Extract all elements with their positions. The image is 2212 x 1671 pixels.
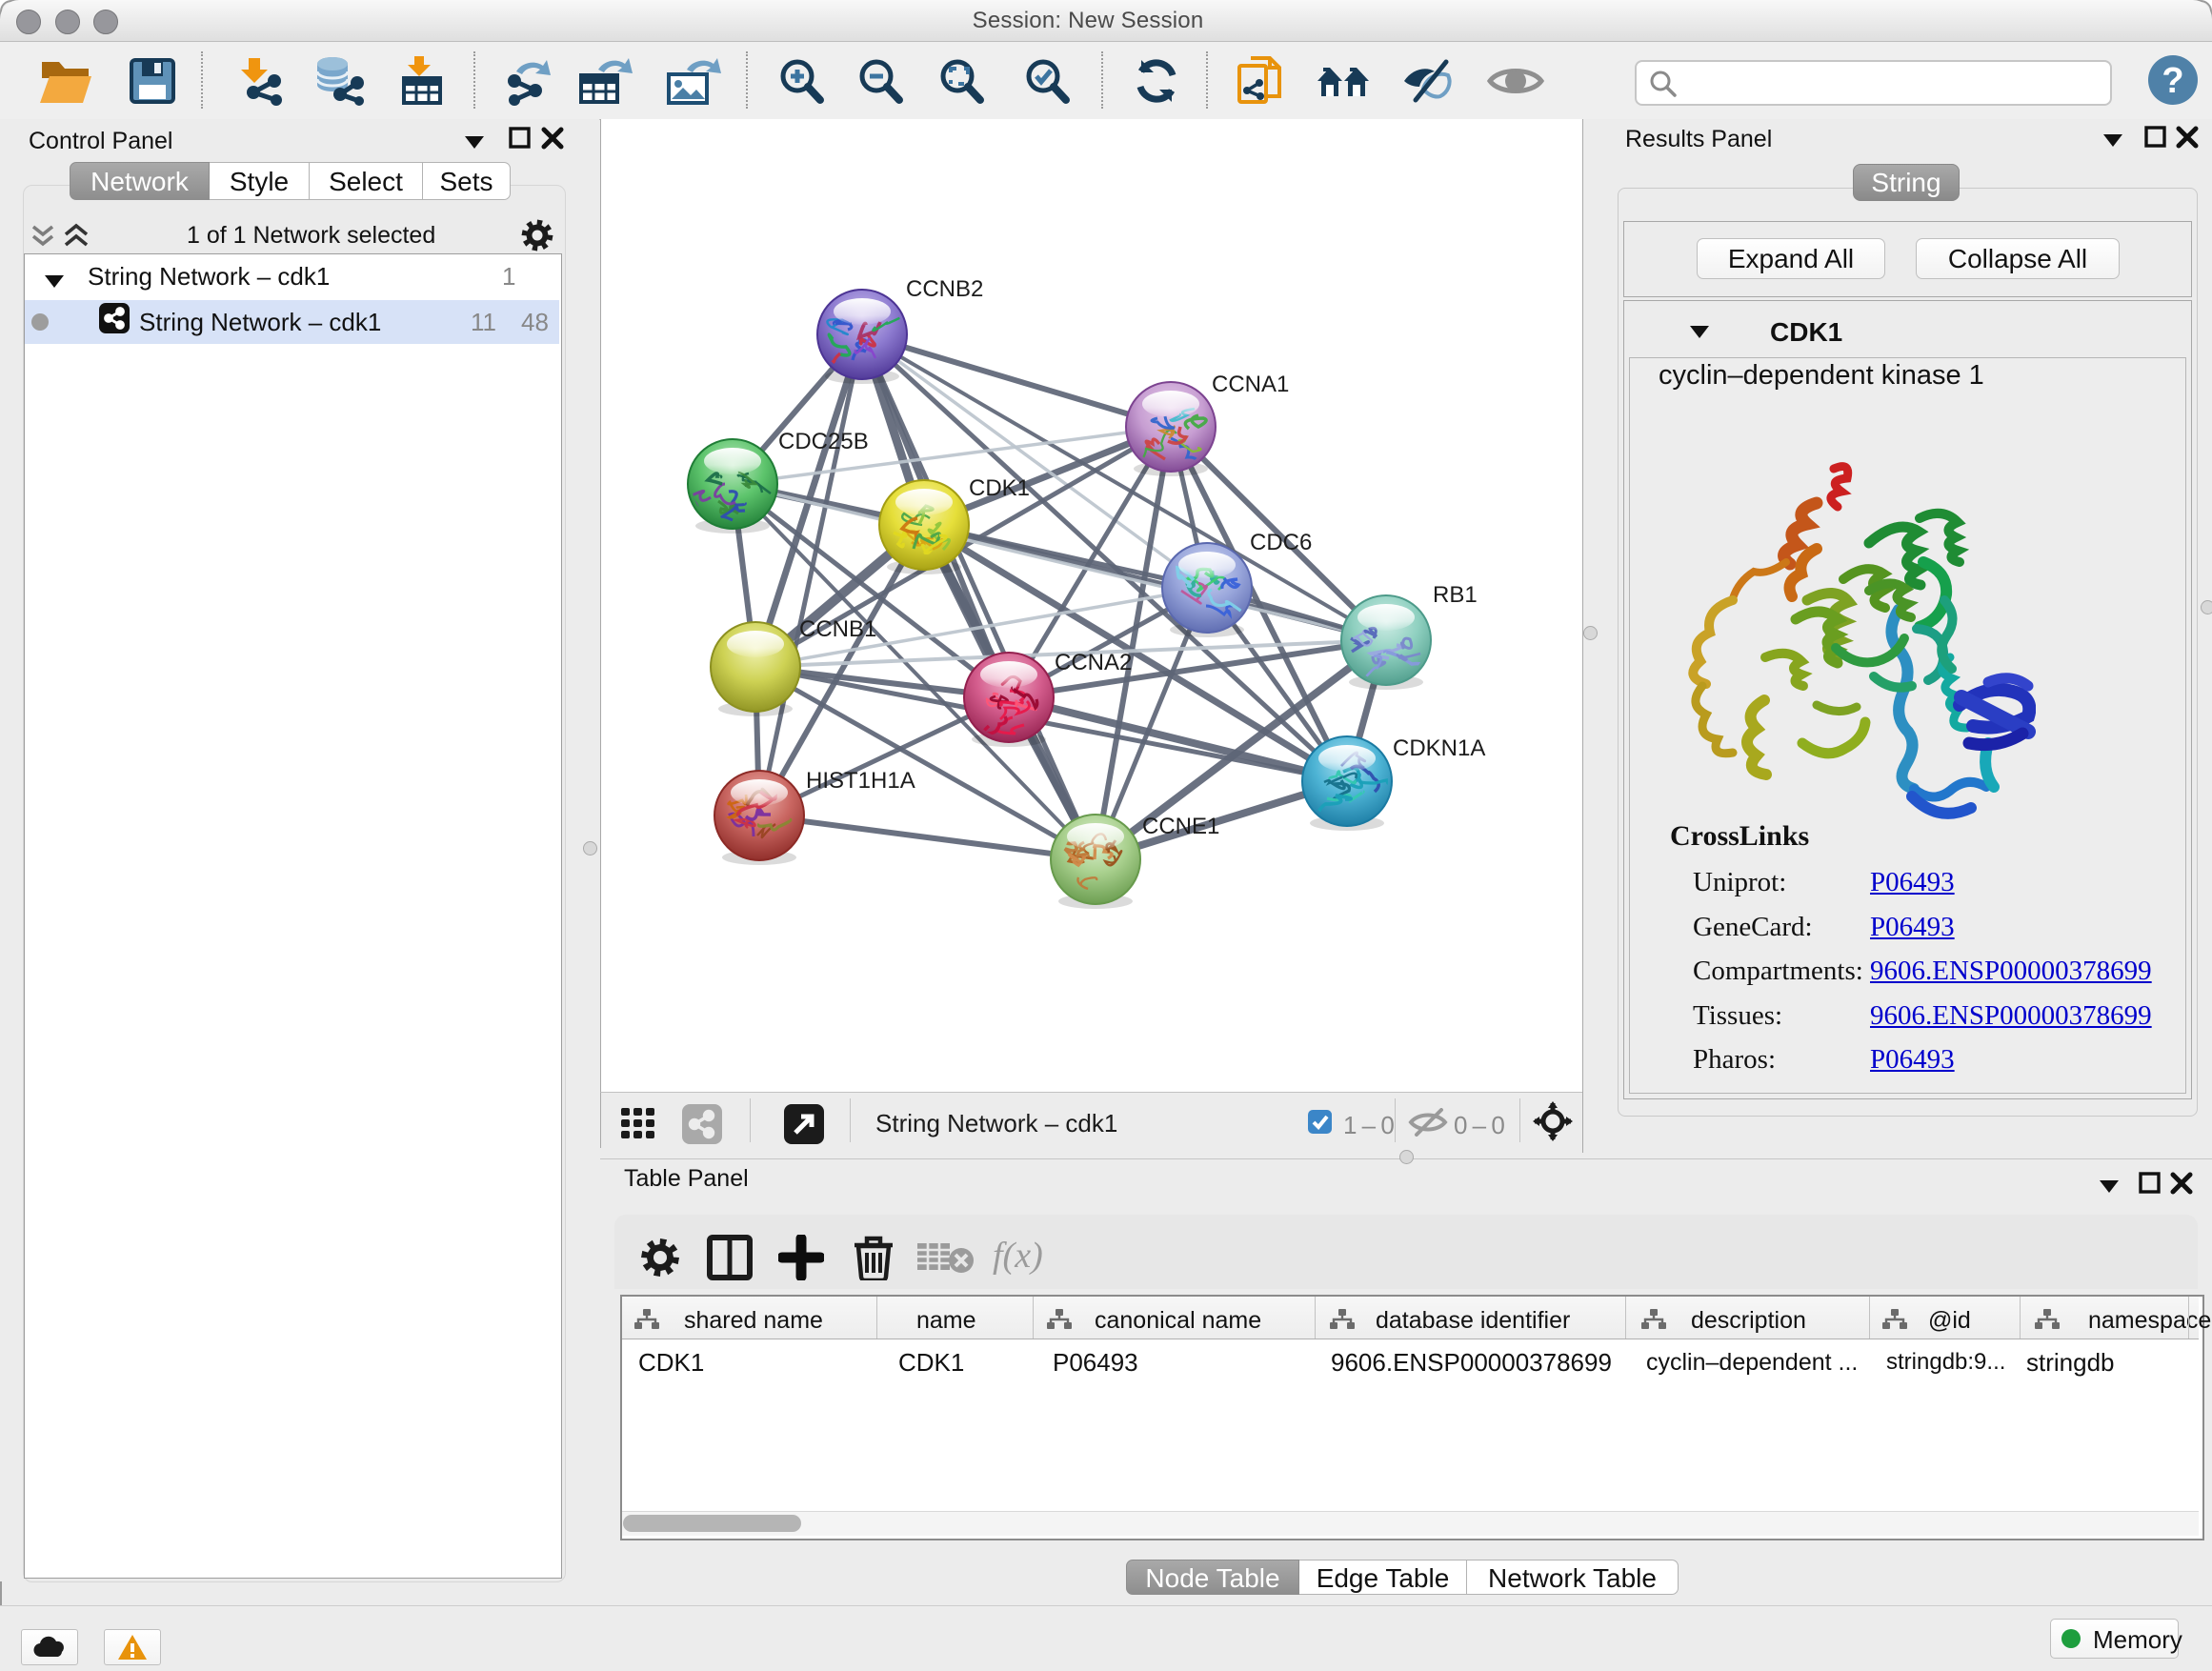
svg-text:CDC25B: CDC25B <box>778 429 869 454</box>
svg-text:CCNE1: CCNE1 <box>1142 814 1219 839</box>
svg-text:CCNA1: CCNA1 <box>1212 372 1289 397</box>
svg-text:RB1: RB1 <box>1433 582 1478 608</box>
svg-text:CCNB2: CCNB2 <box>906 276 983 302</box>
svg-text:CCNB1: CCNB1 <box>799 616 876 642</box>
svg-text:CDK1: CDK1 <box>969 475 1030 501</box>
svg-text:CCNA2: CCNA2 <box>1055 650 1132 675</box>
svg-text:HIST1H1A: HIST1H1A <box>806 768 915 794</box>
svg-text:CDC6: CDC6 <box>1250 530 1312 555</box>
svg-text:?: ? <box>2162 61 2183 101</box>
svg-text:CDKN1A: CDKN1A <box>1393 735 1485 761</box>
